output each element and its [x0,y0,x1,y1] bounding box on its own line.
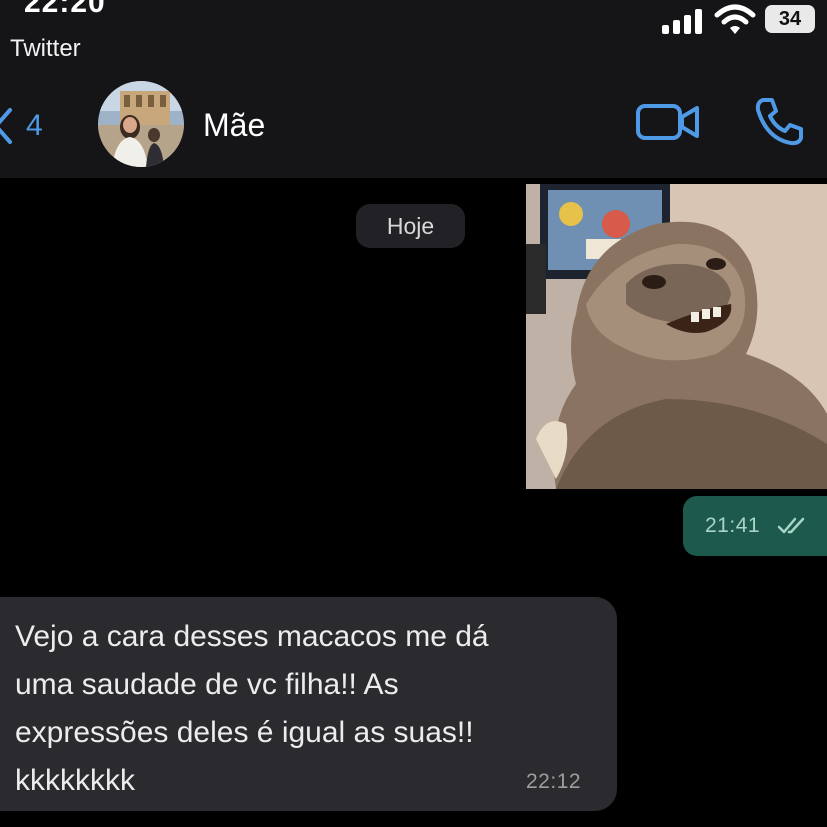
status-time: 22:20 [24,0,106,19]
back-button[interactable]: 4 [0,102,43,150]
received-message-text: Vejo a cara desses macacos me dá uma sau… [15,620,489,797]
unread-count: 4 [26,109,43,142]
wifi-icon [714,4,756,34]
top-bar: 22:20 Twitter 34 4 Mãe [0,0,827,178]
video-camera-icon[interactable] [636,100,700,144]
sent-message-status: 21:41 [683,496,827,556]
cellular-signal-icon [662,8,704,34]
contact-avatar[interactable] [98,81,184,167]
received-message[interactable]: Vejo a cara desses macacos me dá uma sau… [0,597,617,811]
double-check-icon [777,517,805,534]
date-separator: Hoje [356,204,465,248]
contact-name[interactable]: Mãe [203,107,265,144]
chevron-left-icon [0,106,14,146]
back-to-app-link[interactable]: Twitter [10,35,81,63]
phone-icon[interactable] [753,96,805,148]
received-time: 22:12 [526,770,582,793]
sent-photo-monkey[interactable] [526,184,827,489]
sent-time: 21:41 [705,514,761,537]
battery-indicator: 34 [765,5,815,33]
